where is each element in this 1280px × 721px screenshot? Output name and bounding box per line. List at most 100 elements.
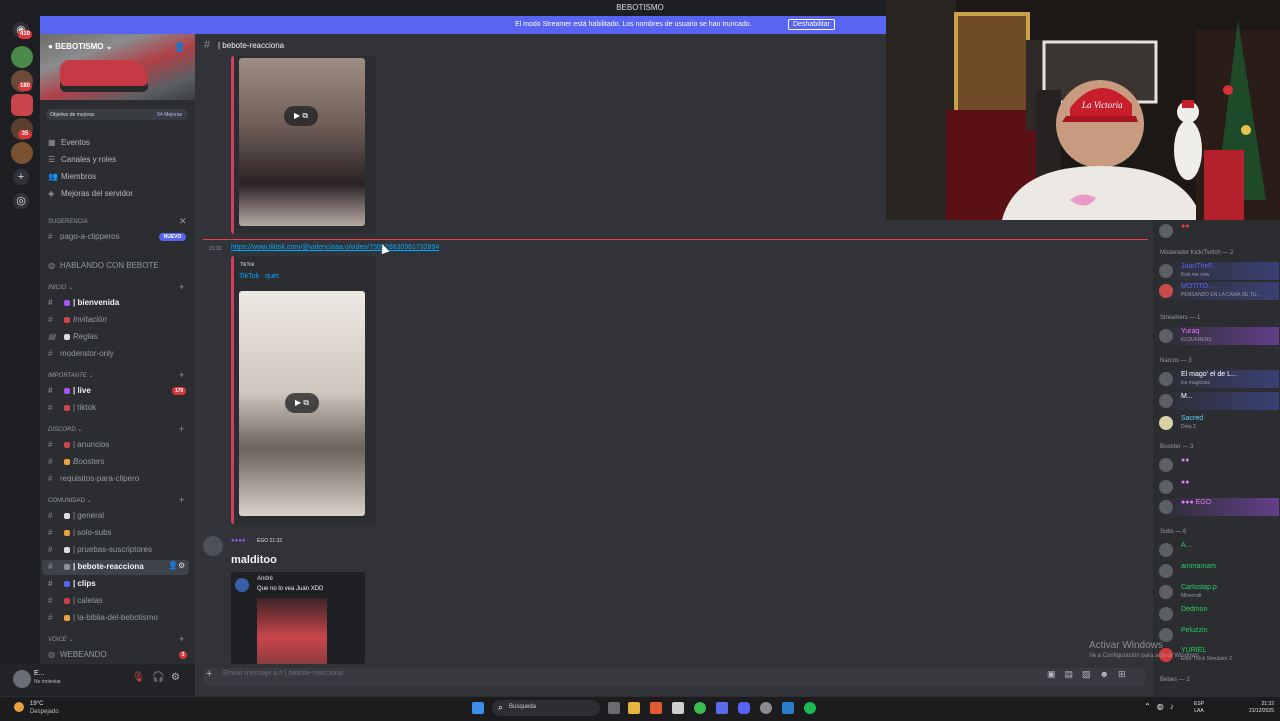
add-attachment-icon[interactable]: + bbox=[206, 668, 212, 680]
member-item[interactable]: MOTITO... PENSANDO EN LA CAMA DE TU... bbox=[1159, 282, 1279, 300]
sticker-icon[interactable]: ▨ bbox=[1082, 669, 1100, 679]
channel-clips[interactable]: # | clips bbox=[48, 579, 96, 588]
taskbar-search[interactable]: ⌕ Búsqueda bbox=[492, 700, 600, 716]
add-channel-icon[interactable]: + bbox=[179, 282, 184, 292]
add-channel-icon[interactable]: + bbox=[179, 370, 184, 380]
nav-channels-roles[interactable]: ☰ Canales y roles bbox=[48, 155, 116, 164]
voice-channel-webeando[interactable]: ◍ WEBEANDO bbox=[48, 650, 107, 659]
channel-anuncios[interactable]: # | anuncios bbox=[48, 440, 109, 449]
emoji-icon[interactable]: ☻ bbox=[1100, 669, 1118, 679]
start-icon[interactable] bbox=[472, 702, 484, 714]
headphones-icon[interactable]: 🎧 bbox=[152, 672, 164, 683]
discord-icon[interactable] bbox=[738, 702, 750, 714]
member-item[interactable]: ammamam bbox=[1159, 562, 1279, 580]
channel-invitacion[interactable]: # Invitación bbox=[48, 315, 107, 324]
chrome-icon[interactable] bbox=[694, 702, 706, 714]
image-attachment[interactable]: André Que no lo vea Juan XDD bbox=[231, 572, 365, 664]
server-name[interactable]: ● BEBOTISMO ⌄ bbox=[48, 42, 112, 51]
member-item[interactable]: Sacred Dota 2 bbox=[1159, 414, 1279, 432]
gift-icon[interactable]: ▣ bbox=[1047, 669, 1065, 679]
apps-icon[interactable]: ⊞ bbox=[1118, 669, 1135, 679]
brave-icon[interactable] bbox=[650, 702, 662, 714]
category-voice[interactable]: VOICE ⌄ bbox=[48, 636, 73, 643]
channel-tiktok[interactable]: # | tiktok bbox=[48, 403, 96, 412]
play-icon[interactable]: ▶ ⧉ bbox=[285, 393, 319, 413]
message-input[interactable] bbox=[203, 668, 1145, 686]
member-item[interactable]: A... bbox=[1159, 541, 1279, 559]
tiktok-link[interactable]: https://www.tiktok.com/@valenciaaa.o/vid… bbox=[231, 244, 439, 251]
channel-bebote-reacciona[interactable]: # | bebote-reacciona bbox=[48, 562, 144, 571]
channel-biblia[interactable]: # | la-biblia-del-bebotismo bbox=[48, 613, 158, 622]
server-icon-bebotismo[interactable] bbox=[11, 94, 33, 116]
channel-moderator-only[interactable]: # moderator-only bbox=[48, 349, 114, 358]
volume-icon[interactable]: ♪ bbox=[1170, 702, 1180, 711]
member-item[interactable]: Yuraq KLOUFRENS bbox=[1159, 327, 1279, 345]
clock[interactable]: 21:32 21/12/2025 bbox=[1240, 701, 1274, 715]
nav-events[interactable]: ▦ Eventos bbox=[48, 138, 90, 147]
group-bebes: Bebes — 2 bbox=[1160, 677, 1190, 683]
server-icon[interactable] bbox=[11, 46, 33, 68]
channel-requisitos[interactable]: # requisitos-para-clipero bbox=[48, 474, 139, 483]
gif-icon[interactable]: ▤ bbox=[1065, 669, 1083, 679]
embed-title[interactable]: TikTok · quet bbox=[239, 273, 279, 280]
channel-bienvenida[interactable]: # | bienvenida bbox=[48, 298, 119, 307]
member-item[interactable]: M... bbox=[1159, 392, 1279, 410]
member-item[interactable]: ●● bbox=[1159, 456, 1279, 474]
suggestion-title: Sugerencia bbox=[48, 219, 88, 225]
mute-icon[interactable]: 🎙 bbox=[132, 672, 145, 683]
settings-icon[interactable]: 👤⚙ bbox=[168, 561, 185, 570]
disable-button[interactable]: Deshabilitar bbox=[788, 19, 835, 30]
category-inicio[interactable]: INICIO ⌄ bbox=[48, 284, 73, 291]
steam-icon[interactable] bbox=[782, 702, 794, 714]
channel-pago-a-clipperos[interactable]: # pago-a-clipperos bbox=[48, 232, 120, 241]
file-explorer-icon[interactable] bbox=[628, 702, 640, 714]
teams-icon[interactable] bbox=[716, 702, 728, 714]
obs-icon[interactable] bbox=[760, 702, 772, 714]
channel-caletas[interactable]: # | caletas bbox=[48, 596, 103, 605]
add-channel-icon[interactable]: + bbox=[179, 495, 184, 505]
play-icon[interactable]: ▶ ⧉ bbox=[284, 106, 318, 126]
member-item[interactable]: JuanTheF... Kick me now bbox=[1159, 262, 1279, 280]
nav-server-boost[interactable]: ◈ Mejoras del servidor bbox=[48, 189, 133, 198]
video-thumbnail[interactable] bbox=[239, 58, 365, 226]
add-channel-icon[interactable]: + bbox=[179, 634, 184, 644]
chevron-up-icon[interactable]: ⌃ bbox=[1144, 702, 1157, 711]
channel-pruebas-suscriptores[interactable]: # | pruebas-suscriptores bbox=[48, 545, 152, 554]
message-text: malditoo bbox=[231, 554, 277, 566]
search-icon: ⌕ bbox=[498, 702, 504, 712]
add-server-icon[interactable]: + bbox=[13, 169, 29, 185]
explore-icon[interactable]: ◎ bbox=[13, 193, 29, 209]
network-icon[interactable]: ◍ bbox=[1157, 702, 1170, 711]
notepad-icon[interactable] bbox=[672, 702, 684, 714]
author-avatar[interactable] bbox=[203, 536, 223, 556]
author-name[interactable]: ●●●● bbox=[231, 538, 246, 544]
nav-members[interactable]: 👥 Miembros bbox=[48, 172, 96, 181]
member-item[interactable]: ●● bbox=[1159, 478, 1279, 496]
server-icon[interactable] bbox=[11, 142, 33, 164]
gear-icon[interactable]: ⚙ bbox=[171, 672, 180, 683]
channel-boosters[interactable]: # Boosters bbox=[48, 457, 105, 466]
channel-solo-subs[interactable]: # | solo-subs bbox=[48, 528, 112, 537]
close-icon[interactable]: ✕ bbox=[179, 216, 187, 227]
member-item[interactable]: Carlostap.p Minecraft bbox=[1159, 583, 1279, 601]
invite-icon[interactable]: 👤 bbox=[174, 42, 185, 53]
member-item[interactable]: El mago' el de L... los magicoss bbox=[1159, 370, 1279, 388]
boost-goal-bar[interactable]: Objetivo de mejoras 54 Mejoras bbox=[46, 109, 188, 120]
language-indicator[interactable]: ESP LAA bbox=[1194, 701, 1204, 715]
add-channel-icon[interactable]: + bbox=[179, 424, 184, 434]
channel-live[interactable]: # | live bbox=[48, 386, 91, 395]
category-comunidad[interactable]: COMUNIDAD ⌄ bbox=[48, 497, 92, 504]
channel-general[interactable]: # | general bbox=[48, 511, 104, 520]
hablando-con-bebote[interactable]: ◍ HABLANDO CON BEBOTE bbox=[48, 261, 159, 270]
spotify-icon[interactable] bbox=[804, 702, 816, 714]
category-importante[interactable]: IMPORTANTE ⌄ bbox=[48, 372, 93, 379]
category-discord[interactable]: DISCORD ⌄ bbox=[48, 426, 82, 433]
avatar[interactable] bbox=[13, 670, 31, 688]
avatar bbox=[1159, 224, 1173, 238]
quote-text: Que no lo vea Juan XDD bbox=[257, 586, 324, 592]
member-item[interactable]: ●● bbox=[1159, 222, 1279, 240]
member-item[interactable]: ●●● EGO bbox=[1159, 498, 1279, 516]
task-view-icon[interactable] bbox=[608, 702, 620, 714]
member-item[interactable]: Dedmon bbox=[1159, 605, 1279, 623]
channel-reglas[interactable]: ▤ Reglas bbox=[48, 332, 98, 341]
